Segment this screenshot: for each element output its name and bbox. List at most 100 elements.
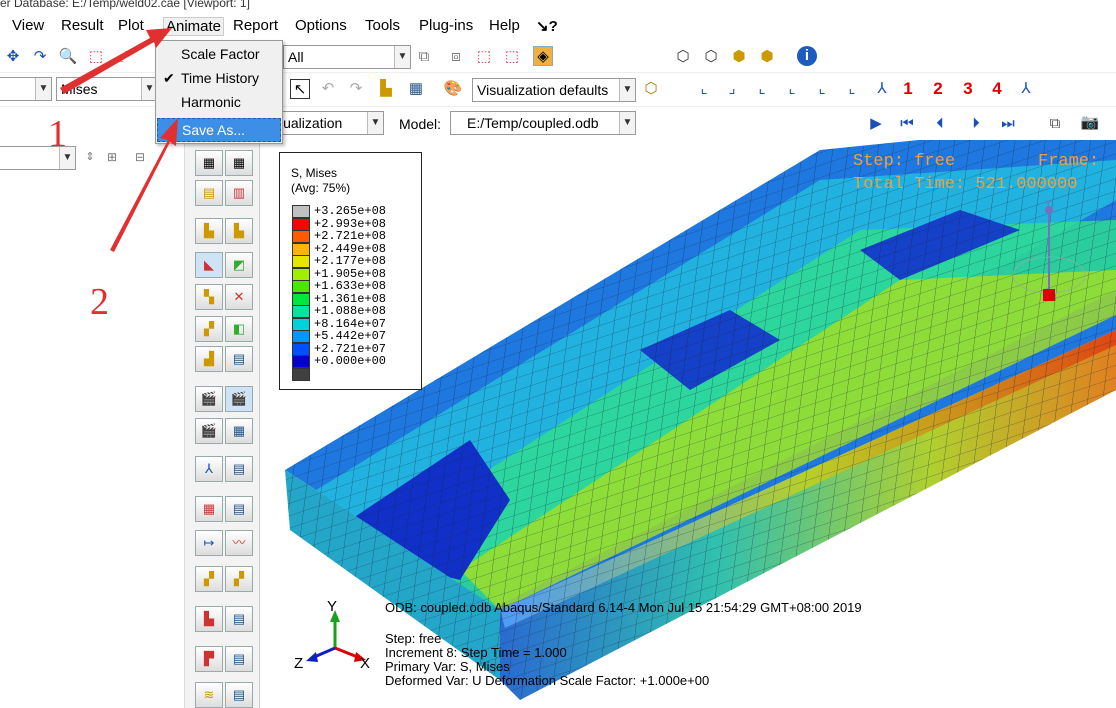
first-frame-icon[interactable]: ⏮ (897, 114, 917, 134)
plot-contours-both-icon[interactable]: ◣ (195, 252, 223, 278)
pan-icon[interactable]: ✥ (3, 47, 23, 67)
allow-multiple-plots-icon[interactable]: ▟ (195, 346, 223, 372)
next-frame-icon[interactable]: ⏵ (966, 114, 986, 134)
menu-item-harmonic[interactable]: Harmonic (157, 91, 281, 115)
orientation-options-icon[interactable]: ◧ (225, 316, 253, 342)
module-combo[interactable]: isualization ▼ (268, 111, 384, 135)
spinner-icon[interactable]: ⇕ (80, 147, 100, 167)
auto-fit-icon[interactable]: ⤢ (114, 47, 134, 67)
tree-filter-icon[interactable]: ⊟ (130, 147, 150, 167)
menu-view[interactable]: View (12, 17, 44, 34)
plot-contours-deformed-icon[interactable]: ▥ (225, 180, 253, 206)
view-cut-icon[interactable]: ⅄ (195, 456, 223, 482)
info-icon[interactable]: i (797, 46, 817, 66)
xy-data-icon[interactable]: ▦ (195, 496, 223, 522)
view-front-icon[interactable]: ⌞ (694, 79, 714, 99)
view-top-icon[interactable]: ⌞ (752, 79, 772, 99)
increment-info: Increment 8: Step Time = 1.000 (385, 645, 567, 660)
visibility-combo[interactable]: All ▼ (283, 45, 411, 69)
view-left-icon[interactable]: ⌞ (812, 79, 832, 99)
box-zoom-icon[interactable]: ⬚ (86, 47, 106, 67)
menu-help[interactable]: Help (489, 17, 520, 34)
menu-item-label: Scale Factor (181, 46, 260, 62)
step-indicator: Step: free (853, 152, 956, 171)
menu-plugins[interactable]: Plug-ins (419, 17, 473, 34)
view-right-icon[interactable]: ⌞ (842, 79, 862, 99)
animation-options-icon[interactable]: ▦ (225, 418, 253, 444)
animate-time-history-icon[interactable]: 🎬 (225, 386, 253, 412)
menu-animate[interactable]: Animate (163, 17, 225, 36)
shaded-icon[interactable]: ⬢ (757, 47, 777, 67)
menu-item-time-history[interactable]: ✔ Time History (157, 67, 281, 91)
user-view-4-button[interactable]: 4 (987, 79, 1007, 99)
wireframe-icon[interactable]: ⬡ (673, 47, 693, 67)
plot-deformed-icon[interactable]: ▦ (225, 150, 253, 176)
triad-view-icon[interactable]: ⅄ (1016, 79, 1036, 99)
free-body-manager-icon[interactable]: ▤ (225, 606, 253, 632)
previous-frame-icon[interactable]: ⏴ (930, 114, 950, 134)
output-type-combo[interactable]: ▼ (0, 77, 52, 101)
table-icon[interactable]: ▦ (406, 79, 426, 99)
user-view-1-button[interactable]: 1 (898, 79, 918, 99)
remove-icon[interactable]: ⬚ (474, 47, 494, 67)
layer-icon[interactable]: ≋ (195, 682, 223, 708)
menu-options[interactable]: Options (295, 17, 347, 34)
iso-axes-icon[interactable]: ⅄ (872, 79, 892, 99)
add-icon[interactable]: ⬚ (502, 47, 522, 67)
rotate-icon[interactable]: ↷ (30, 47, 50, 67)
variable-combo[interactable]: Mises ▼ (56, 77, 158, 101)
user-view-3-button[interactable]: 3 (958, 79, 978, 99)
hidden-line-icon[interactable]: ⬡ (701, 47, 721, 67)
plot-symbols-icon[interactable]: ▙ (195, 218, 223, 244)
visualization-defaults-value: Visualization defaults (477, 82, 609, 98)
view-cut-manager-icon[interactable]: ▤ (225, 456, 253, 482)
plot-material-orientation-icon[interactable]: ▙ (225, 218, 253, 244)
menu-item-save-as[interactable]: Save As... (157, 118, 281, 142)
copy-icon[interactable]: ⧉ (414, 47, 434, 67)
frame-selector-icon[interactable]: ⧉ (1045, 114, 1065, 134)
symbol-options-icon[interactable]: ✕ (225, 284, 253, 310)
filled-icon[interactable]: ⬢ (729, 47, 749, 67)
last-frame-icon[interactable]: ⏭ (998, 114, 1018, 134)
play-icon[interactable]: ▶ (866, 114, 886, 134)
visualization-defaults-combo[interactable]: Visualization defaults ▼ (472, 78, 636, 102)
animate-harmonic-icon[interactable]: 🎬 (195, 418, 223, 444)
menu-tools[interactable]: Tools (365, 17, 400, 34)
redo-icon[interactable]: ↷ (346, 79, 366, 99)
tree-expand-icon[interactable]: ⊞ (102, 147, 122, 167)
xy-plot-icon[interactable]: 〰 (225, 530, 253, 556)
stream-manager-icon[interactable]: ▞ (225, 566, 253, 592)
contour-options-icon[interactable]: ◩ (225, 252, 253, 278)
stream-icon[interactable]: ▞ (195, 566, 223, 592)
query-arrow-icon[interactable]: ↖ (290, 79, 310, 99)
superimpose-options-icon[interactable]: ▤ (225, 346, 253, 372)
view-manager-icon[interactable]: ▙ (376, 79, 396, 99)
free-body-icon[interactable]: ▙ (195, 606, 223, 632)
display-group-icon[interactable]: ◈ (533, 46, 553, 66)
model-combo[interactable]: E:/Temp/coupled.odb ▼ (450, 111, 636, 135)
orientation-plot-icon[interactable]: ▞ (195, 316, 223, 342)
palette-icon[interactable]: 🎨 (443, 79, 463, 99)
plot-contours-undeformed-icon[interactable]: ▤ (195, 180, 223, 206)
layer-manager-icon[interactable]: ▤ (225, 682, 253, 708)
plot-undeformed-icon[interactable]: ▦ (195, 150, 223, 176)
menu-report[interactable]: Report (233, 17, 278, 34)
menu-plot[interactable]: Plot (118, 17, 144, 34)
replace-icon[interactable]: ⧈ (446, 47, 466, 67)
animate-scale-factor-icon[interactable]: 🎬 (195, 386, 223, 412)
undo-icon[interactable]: ↶ (318, 79, 338, 99)
view-back-icon[interactable]: ⌟ (722, 79, 742, 99)
menu-result[interactable]: Result (61, 17, 104, 34)
xy-data-manager-icon[interactable]: ▤ (225, 496, 253, 522)
zoom-icon[interactable]: 🔍 (58, 47, 78, 67)
view-bottom-icon[interactable]: ⌞ (782, 79, 802, 99)
display-group-create-icon[interactable]: ▛ (195, 646, 223, 672)
path-icon[interactable]: ↦ (195, 530, 223, 556)
iso-view-icon[interactable]: ⬡ (641, 79, 661, 99)
whats-this-icon[interactable]: ↘? (536, 17, 558, 35)
user-view-2-button[interactable]: 2 (928, 79, 948, 99)
display-group-manager-icon[interactable]: ▤ (225, 646, 253, 672)
symbol-plot-icon[interactable]: ▚ (195, 284, 223, 310)
camera-icon[interactable]: 📷 (1080, 113, 1100, 133)
menu-item-scale-factor[interactable]: Scale Factor (157, 43, 281, 67)
